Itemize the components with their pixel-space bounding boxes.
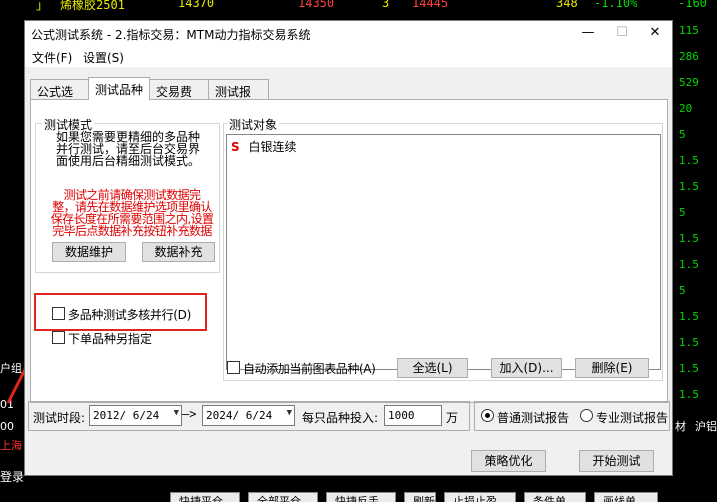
bg-value: 20 — [679, 102, 693, 115]
bg-condition-order-button[interactable]: 条件单 — [524, 492, 586, 502]
delete-button[interactable]: 删除(E) — [575, 358, 649, 378]
auto-add-label: 自动添加当前图表品种(A) — [243, 362, 376, 376]
bg-refresh-button[interactable]: 刷新 — [404, 492, 436, 502]
dropdown-arrow-icon: ▼ — [173, 408, 179, 418]
invest-label: 每只品种投入: — [302, 411, 379, 425]
date-from-picker[interactable]: 2012/ 6/24 ▼ — [89, 405, 182, 426]
background-right-column: 115 286 529 20 5 1.5 1.5 5 1.5 1.5 5 1.5… — [673, 24, 717, 444]
bg-ticker-value: -1.10% — [594, 0, 638, 10]
symbol-list[interactable]: S 白银连续 — [226, 134, 661, 370]
bg-value: 1.5 — [679, 362, 699, 375]
close-icon[interactable]: ✕ — [638, 21, 672, 45]
bg-value: 1.5 — [679, 310, 699, 323]
data-warning: 测试之前请确保测试数据完 整，请先在数据维护选项里确认 保存长度在所需要范围之内… — [42, 189, 222, 237]
date-to-value: 2024/ 6/24 — [206, 409, 273, 422]
menu-file[interactable]: 文件(F) — [32, 49, 72, 66]
bg-value: 5 — [679, 128, 686, 141]
bg-value: 1.5 — [679, 388, 699, 401]
minimize-icon[interactable]: — — [571, 21, 605, 45]
bg-reverse-button[interactable]: 快捷反手 — [326, 492, 396, 502]
title-bar: 公式测试系统 - 2.指标交易：MTM动力指标交易系统 — ☐ ✕ — [25, 21, 672, 45]
menu-bar: 文件(F) 设置(S) — [25, 45, 672, 67]
bg-ticker-value: 14445 — [412, 0, 449, 10]
bg-ticker-value: 348 — [556, 0, 578, 10]
invest-unit: 万 — [446, 411, 459, 425]
start-test-button[interactable]: 开始测试 — [579, 450, 654, 472]
bg-label: 材 — [675, 420, 686, 433]
bg-value: 1.5 — [679, 258, 699, 271]
bg-value: 115 — [679, 24, 699, 37]
bg-value: 1.5 — [679, 180, 699, 193]
bg-value: 1.5 — [679, 232, 699, 245]
bg-line-order-button[interactable]: 画线单 — [594, 492, 658, 502]
select-all-button[interactable]: 全选(L) — [397, 358, 468, 378]
bg-ticker-bracket: 」 — [36, 0, 49, 12]
bg-label: 沪铝 — [695, 420, 717, 433]
bg-value: 1.5 — [679, 154, 699, 167]
warning-line: 完毕后点数据补充按钮补充数据 — [52, 224, 212, 238]
invest-input[interactable]: 1000 — [384, 405, 442, 426]
report-pro-label: 专业测试报告 — [596, 411, 669, 425]
menu-settings[interactable]: 设置(S) — [83, 49, 124, 66]
bg-value: 529 — [679, 76, 699, 89]
maximize-icon[interactable]: ☐ — [605, 21, 639, 45]
bg-value: 1.5 — [679, 336, 699, 349]
date-arrow: —> — [182, 407, 197, 421]
report-pro-radio[interactable] — [580, 409, 593, 422]
bg-label: 00 — [0, 420, 14, 433]
tab-test-symbols[interactable]: 测试品种 — [88, 77, 150, 100]
test-target-legend: 测试对象 — [227, 116, 280, 133]
bg-login-label: 登录 — [0, 470, 25, 484]
bg-ticker-value: 3 — [382, 0, 390, 10]
add-button[interactable]: 加入(D)... — [491, 358, 562, 378]
auto-add-checkbox[interactable] — [227, 361, 240, 374]
symbol-name: 白银连续 — [248, 140, 297, 154]
tab-test-report[interactable]: 测试报告 — [208, 79, 269, 116]
bg-close-all-button[interactable]: 全部平仓 — [248, 492, 318, 502]
symbol-prefix: S — [231, 140, 240, 154]
bg-value: 5 — [679, 206, 686, 219]
bg-stoploss-button[interactable]: 止损止盈 — [444, 492, 516, 502]
mode-note: 如果您需要更精细的多品种 并行测试，请至后台交易界 面使用后台精细测试模式。 — [56, 131, 200, 167]
data-maintain-button[interactable]: 数据维护 — [52, 242, 126, 262]
date-to-picker[interactable]: 2024/ 6/24 ▼ — [202, 405, 295, 426]
report-normal-radio[interactable] — [481, 409, 494, 422]
bg-ticker-name: 烯橡胶2501 — [60, 0, 125, 12]
date-from-value: 2012/ 6/24 — [93, 409, 160, 422]
formula-test-dialog: 公式测试系统 - 2.指标交易：MTM动力指标交易系统 — ☐ ✕ 文件(F) … — [24, 20, 673, 476]
period-label: 测试时段: — [33, 411, 86, 425]
list-item[interactable]: S 白银连续 — [231, 138, 297, 155]
dropdown-arrow-icon: ▼ — [286, 408, 292, 418]
bg-ticker-value: 14370 — [178, 0, 215, 10]
window-title: 公式测试系统 - 2.指标交易：MTM动力指标交易系统 — [31, 28, 311, 42]
bg-label: 上海 — [0, 439, 22, 452]
bg-value: 286 — [679, 50, 699, 63]
bg-value: 5 — [679, 284, 686, 297]
report-normal-label: 普通测试报告 — [497, 411, 570, 425]
multi-core-label: 多品种测试多核并行(D) — [68, 308, 192, 322]
single-specify-checkbox[interactable] — [52, 331, 65, 344]
bg-ticker-value: -160 — [678, 0, 707, 10]
note-line: 面使用后台精细测试模式。 — [56, 154, 201, 168]
single-specify-label: 下单品种另指定 — [68, 332, 153, 346]
bg-quick-close-button[interactable]: 快捷平仓 — [170, 492, 240, 502]
data-supplement-button[interactable]: 数据补充 — [142, 242, 215, 262]
multi-core-checkbox[interactable] — [52, 307, 65, 320]
bg-ticker-value: 14350 — [298, 0, 335, 10]
tab-trade-fees[interactable]: 交易费用 — [149, 79, 209, 116]
tab-formula-select[interactable]: 公式选择 — [30, 79, 89, 116]
strategy-optimize-button[interactable]: 策略优化 — [471, 450, 546, 472]
